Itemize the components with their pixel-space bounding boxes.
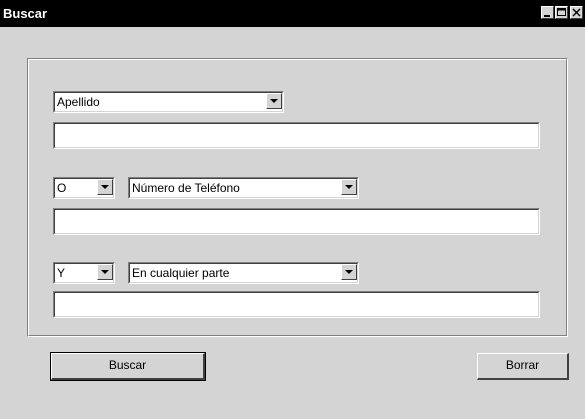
minimize-button[interactable] — [541, 6, 554, 19]
close-icon — [572, 8, 581, 17]
field-select-2-value: Número de Teléfono — [132, 181, 240, 195]
operator-select-3[interactable]: Y — [53, 262, 115, 284]
chevron-down-icon[interactable] — [266, 93, 282, 109]
clear-button[interactable]: Borrar — [477, 353, 569, 380]
title-bar[interactable]: Buscar — [0, 0, 585, 27]
search-window: Buscar Apellido O Número de Teléfono Y E… — [0, 0, 585, 419]
field-select-2[interactable]: Número de Teléfono — [128, 177, 359, 199]
chevron-down-icon[interactable] — [341, 179, 357, 195]
operator-select-2-value: O — [57, 181, 67, 195]
maximize-button[interactable] — [555, 6, 568, 19]
operator-select-2[interactable]: O — [53, 177, 115, 199]
window-title: Buscar — [3, 6, 48, 21]
search-term-text-2[interactable] — [56, 211, 535, 230]
maximize-icon — [557, 8, 566, 16]
search-button[interactable]: Buscar — [50, 352, 206, 381]
chevron-down-icon[interactable] — [97, 179, 113, 195]
search-term-input-2[interactable] — [53, 208, 540, 235]
search-term-text-3[interactable] — [56, 294, 535, 313]
chevron-down-icon[interactable] — [341, 264, 357, 280]
field-select-3-value: En cualquier parte — [132, 266, 230, 280]
search-term-text-1[interactable] — [56, 125, 535, 144]
search-term-input-3[interactable] — [53, 291, 540, 318]
field-select-1-value: Apellido — [57, 95, 100, 109]
field-select-1[interactable]: Apellido — [53, 91, 284, 113]
chevron-down-icon[interactable] — [97, 264, 113, 280]
operator-select-3-value: Y — [57, 266, 66, 280]
search-term-input-1[interactable] — [53, 122, 540, 149]
field-select-3[interactable]: En cualquier parte — [128, 262, 359, 284]
close-button[interactable] — [570, 6, 583, 19]
minimize-icon — [544, 15, 550, 17]
